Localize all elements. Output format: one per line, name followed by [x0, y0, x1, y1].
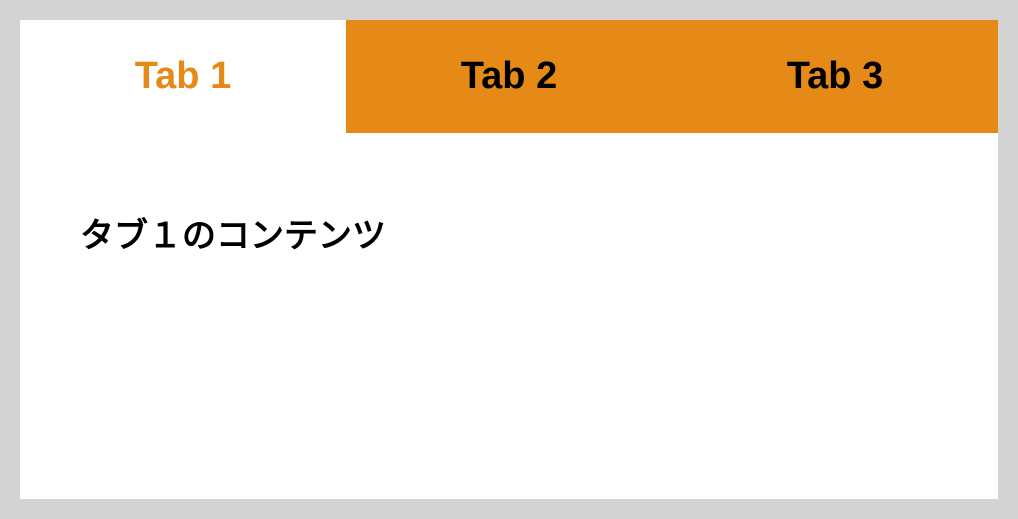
content-text: タブ１のコンテンツ — [80, 217, 386, 255]
tab-1[interactable]: Tab 1 — [20, 20, 346, 133]
tab-3[interactable]: Tab 3 — [672, 20, 998, 133]
tab-2-label: Tab 2 — [461, 55, 557, 97]
tab-1-label: Tab 1 — [135, 55, 231, 97]
tab-content: タブ１のコンテンツ — [20, 133, 998, 499]
tab-bar: Tab 1 Tab 2 Tab 3 — [20, 20, 998, 133]
tab-2[interactable]: Tab 2 — [346, 20, 672, 133]
tab-3-label: Tab 3 — [787, 55, 883, 97]
tab-container: Tab 1 Tab 2 Tab 3 タブ１のコンテンツ — [20, 20, 998, 499]
